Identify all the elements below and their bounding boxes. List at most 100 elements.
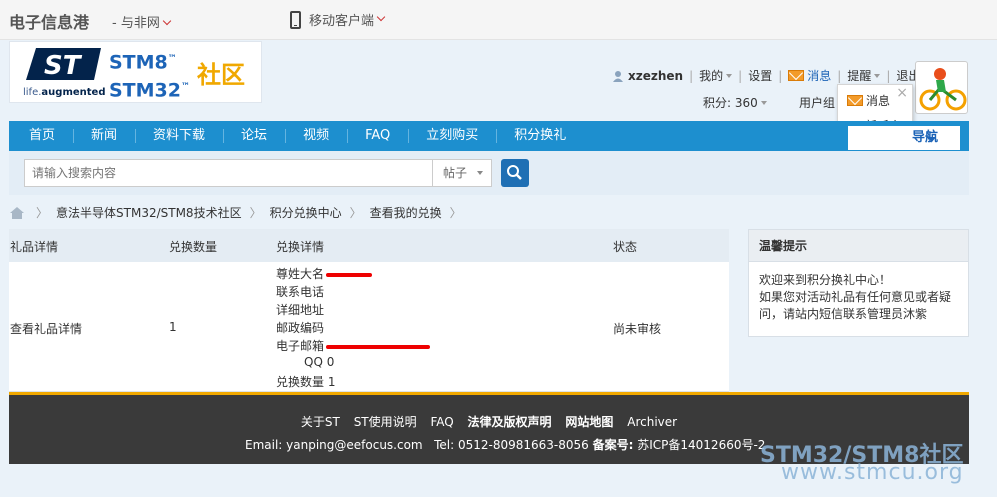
footer-contact: Email: yanping@eefocus.com Tel: 0512-809… xyxy=(245,436,765,453)
chevron-down-icon xyxy=(376,12,386,21)
tips-line: 欢迎来到积分换礼中心！ xyxy=(759,273,892,287)
nav-item-faq[interactable]: FAQ xyxy=(347,121,408,151)
tips-title: 温馨提示 xyxy=(749,230,968,262)
status-cell: 尚未审核 xyxy=(613,322,662,336)
main-nav: 首页 新闻 资料下载 论坛 视频 FAQ 立刻购买 积分换礼 xyxy=(9,121,969,151)
footer-link-about[interactable]: 关于ST xyxy=(301,415,340,429)
settings-link[interactable]: 设置 xyxy=(748,67,772,84)
separator: | xyxy=(778,68,783,83)
search-input[interactable] xyxy=(24,159,433,187)
mobile-client-link[interactable]: 移动客户端 xyxy=(290,10,386,29)
caret-down-icon xyxy=(760,101,767,105)
user-icon xyxy=(613,70,623,82)
nav-item-video[interactable]: 视频 xyxy=(285,121,347,151)
logo-stm-text: STM8™ STM32™ xyxy=(109,51,190,102)
avatar-image xyxy=(919,68,967,111)
popup-messages-label: 消息 xyxy=(866,94,891,108)
username-link[interactable]: xzezhen xyxy=(628,69,683,83)
search-type-select[interactable]: 帖子 xyxy=(432,159,492,187)
site-logo[interactable]: ST life.augmented STM8™ STM32™ 社区 xyxy=(9,41,262,103)
my-menu[interactable]: 我的 xyxy=(699,67,733,84)
top-bar: 电子信息港 - 与非网 移动客户端 xyxy=(0,0,997,40)
nav-item-forum[interactable]: 论坛 xyxy=(223,121,285,151)
popup-messages-item[interactable]: 消息 xyxy=(847,92,890,109)
nav-item-downloads[interactable]: 资料下载 xyxy=(135,121,223,151)
mobile-client-label: 移动客户端 xyxy=(309,14,375,29)
breadcrumb-item[interactable]: 积分兑换中心 xyxy=(270,204,342,221)
avatar[interactable] xyxy=(915,61,968,114)
breadcrumb-item[interactable]: 意法半导体STM32/STM8技术社区 xyxy=(56,204,242,221)
column-header-details: 兑换详情 xyxy=(276,240,325,254)
caret-down-icon xyxy=(477,171,484,175)
detail-phone: 联系电话 xyxy=(276,285,325,299)
messages-link[interactable]: 消息 xyxy=(807,67,831,84)
breadcrumb-item[interactable]: 查看我的兑换 xyxy=(370,204,442,221)
search-button[interactable] xyxy=(501,159,529,187)
footer-link-usage[interactable]: ST使用说明 xyxy=(354,415,417,429)
site-switcher[interactable]: - 与非网 xyxy=(112,12,172,31)
detail-address: 详细地址 xyxy=(276,303,325,317)
watermark-url: www.stmcu.org xyxy=(781,460,964,485)
detail-name: 尊姓大名 xyxy=(276,265,373,282)
column-header-gift: 礼品详情 xyxy=(10,240,59,254)
chevron-down-icon xyxy=(162,16,172,26)
site-name[interactable]: 电子信息港 xyxy=(9,9,89,33)
table-row: 查看礼品详情 1 尊姓大名 联系电话 详细地址 邮政编码 电子邮箱 QQ 0 兑… xyxy=(9,262,729,392)
user-bar: xzezhen | 我的 | 设置 | 消息 | 提醒 | 退出 xyxy=(612,67,920,84)
breadcrumb-separator: 〉 xyxy=(349,206,362,220)
mail-icon xyxy=(847,95,863,106)
usergroup-link[interactable]: 用户组 xyxy=(799,94,835,111)
footer-icp-label: 备案号: xyxy=(592,438,634,452)
separator: | xyxy=(886,68,891,83)
caret-down-icon xyxy=(726,74,733,78)
column-header-status: 状态 xyxy=(613,240,638,254)
search-icon xyxy=(507,165,522,180)
detail-quantity: 兑换数量 1 xyxy=(276,375,336,389)
phone-icon xyxy=(290,10,301,29)
logo-tagline: life.augmented xyxy=(23,87,106,98)
points-menu[interactable]: 积分: 360 xyxy=(703,94,767,111)
tips-line: 如果您对活动礼品有任何意见或者疑问，请站内短信联系管理员沐紫 xyxy=(759,290,952,321)
redaction-mark xyxy=(326,272,373,277)
reminders-menu[interactable]: 提醒 xyxy=(847,67,881,84)
detail-postcode: 邮政编码 xyxy=(276,321,325,335)
site-navigation-button[interactable]: 导航 xyxy=(848,126,960,150)
breadcrumb: 〉 意法半导体STM32/STM8技术社区 〉 积分兑换中心 〉 查看我的兑换 … xyxy=(10,204,470,221)
nav-item-home[interactable]: 首页 xyxy=(9,121,73,151)
breadcrumb-separator: 〉 xyxy=(36,206,49,220)
separator: | xyxy=(689,68,694,83)
detail-email: 电子邮箱 xyxy=(276,337,431,354)
separator: | xyxy=(837,68,842,83)
footer-links: 关于ST ST使用说明 FAQ 法律及版权声明 网站地图 Archiver xyxy=(9,413,969,430)
redaction-mark xyxy=(326,344,431,349)
detail-qq: QQ 0 xyxy=(304,355,335,369)
close-icon[interactable]: × xyxy=(896,85,908,101)
column-header-quantity: 兑换数量 xyxy=(169,240,218,254)
site-switcher-label: - 与非网 xyxy=(112,16,160,31)
quantity-cell: 1 xyxy=(169,320,177,334)
footer-icp[interactable]: 苏ICP备14012660号-2 xyxy=(637,438,765,452)
tips-body: 欢迎来到积分换礼中心！ 如果您对活动礼品有任何意见或者疑问，请站内短信联系管理员… xyxy=(749,262,968,333)
st-logo-icon: ST xyxy=(26,48,101,81)
caret-down-icon xyxy=(874,74,881,78)
footer-link-archiver[interactable]: Archiver xyxy=(627,415,677,429)
svg-text:ST: ST xyxy=(44,51,83,81)
tips-panel: 温馨提示 欢迎来到积分换礼中心！ 如果您对活动礼品有任何意见或者疑问，请站内短信… xyxy=(748,229,969,337)
nav-item-points-exchange[interactable]: 积分换礼 xyxy=(496,121,584,151)
breadcrumb-separator: 〉 xyxy=(449,206,462,220)
gift-detail-link[interactable]: 查看礼品详情 xyxy=(10,320,82,337)
mail-icon xyxy=(788,70,805,81)
nav-item-buy[interactable]: 立刻购买 xyxy=(408,121,496,151)
footer-tel: Tel: 0512-80981663-8056 xyxy=(434,438,589,452)
footer-link-legal[interactable]: 法律及版权声明 xyxy=(468,415,552,429)
footer-email: Email: yanping@eefocus.com xyxy=(245,438,423,452)
table-header: 礼品详情 兑换数量 兑换详情 状态 xyxy=(9,229,729,262)
footer-link-sitemap[interactable]: 网站地图 xyxy=(565,415,613,429)
separator: | xyxy=(738,68,743,83)
footer-link-faq[interactable]: FAQ xyxy=(430,415,453,429)
logo-community-text: 社区 xyxy=(197,61,245,89)
nav-item-news[interactable]: 新闻 xyxy=(73,121,135,151)
home-icon[interactable] xyxy=(10,206,24,219)
breadcrumb-separator: 〉 xyxy=(249,206,262,220)
search-bar: 帖子 xyxy=(9,151,969,195)
